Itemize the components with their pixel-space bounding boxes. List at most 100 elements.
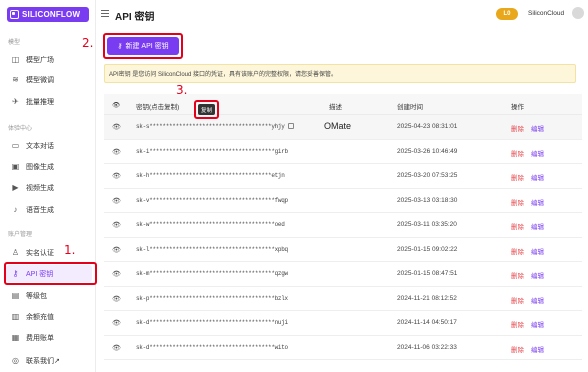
- delete-button[interactable]: 删除: [511, 197, 524, 207]
- key-created-time: 2025-01-15 08:47:51: [397, 270, 458, 277]
- column-header-actions: 操作: [511, 104, 524, 111]
- sidebar-item-level-package[interactable]: ▤ 等级包: [6, 287, 92, 304]
- edit-button[interactable]: 编辑: [531, 319, 544, 329]
- api-key-value[interactable]: sk-w************************************…: [136, 221, 285, 228]
- notice-banner: API密钥 是您访问 SiliconCloud 接口的凭证，具有该账户的完整权限…: [104, 64, 576, 83]
- sidebar-item-speech-gen[interactable]: ♪ 语音生成: [6, 201, 92, 218]
- edit-button[interactable]: 编辑: [531, 172, 544, 182]
- eye-icon[interactable]: 👁: [112, 123, 121, 131]
- edit-button[interactable]: 编辑: [531, 197, 544, 207]
- annotation-step-3: 3.: [176, 83, 188, 97]
- api-key-value[interactable]: sk-i************************************…: [136, 148, 288, 155]
- delete-button[interactable]: 删除: [511, 172, 524, 182]
- logo-icon: [10, 10, 19, 19]
- delete-button[interactable]: 删除: [511, 295, 524, 305]
- video-icon: ▶: [12, 182, 19, 192]
- rocket-icon: ✈: [12, 96, 19, 106]
- user-name[interactable]: SiliconCloud: [528, 10, 564, 17]
- eye-icon[interactable]: 👁: [112, 344, 121, 352]
- delete-button[interactable]: 删除: [511, 319, 524, 329]
- api-key-text[interactable]: sk-i************************************…: [136, 148, 288, 155]
- delete-button[interactable]: 删除: [511, 221, 524, 231]
- sidebar-item-video-gen[interactable]: ▶ 视频生成: [6, 179, 92, 196]
- chat-icon: ▭: [11, 140, 20, 150]
- eye-icon[interactable]: 👁: [112, 221, 121, 229]
- page-title: API 密钥: [115, 12, 155, 23]
- table-row: 👁 sk-w***********************************…: [104, 213, 582, 238]
- api-key-value[interactable]: sk-s************************************…: [136, 123, 294, 130]
- api-key-text[interactable]: sk-v************************************…: [136, 197, 288, 204]
- api-key-value[interactable]: sk-m************************************…: [136, 270, 288, 277]
- edit-button[interactable]: 编辑: [531, 270, 544, 280]
- key-icon: ⚷: [12, 268, 19, 278]
- edit-button[interactable]: 编辑: [531, 148, 544, 158]
- api-key-value[interactable]: sk-d************************************…: [136, 319, 288, 326]
- eye-icon[interactable]: 👁: [112, 148, 121, 156]
- eye-icon[interactable]: 👁: [112, 270, 121, 278]
- mic-icon: ♪: [13, 204, 18, 214]
- edit-button[interactable]: 编辑: [531, 344, 544, 354]
- edit-button[interactable]: 编辑: [531, 221, 544, 231]
- sidebar-item-recharge[interactable]: ▥ 余额充值: [6, 308, 92, 325]
- eye-icon[interactable]: 👁: [112, 246, 121, 254]
- sidebar-item-batch-inference[interactable]: ✈ 批量推理: [6, 93, 92, 110]
- api-key-text[interactable]: sk-m************************************…: [136, 270, 288, 277]
- eye-icon[interactable]: 👁: [112, 295, 121, 303]
- delete-button[interactable]: 删除: [511, 246, 524, 256]
- key-created-time: 2025-03-13 03:18:30: [397, 196, 458, 204]
- api-key-value[interactable]: sk-l************************************…: [136, 246, 288, 253]
- api-key-value[interactable]: sk-v************************************…: [136, 197, 288, 204]
- sidebar-item-model-square[interactable]: ◫ 模型广场: [6, 51, 92, 68]
- sidebar-item-label: 文本对话: [26, 142, 54, 150]
- api-key-text[interactable]: sk-s************************************…: [136, 123, 285, 130]
- sidebar-item-label: 图像生成: [26, 163, 54, 171]
- api-key-value[interactable]: sk-d************************************…: [136, 344, 288, 351]
- eye-icon[interactable]: 👁: [112, 172, 121, 180]
- sidebar-item-image-gen[interactable]: ▣ 图像生成: [6, 158, 92, 175]
- menu-icon[interactable]: [101, 10, 109, 17]
- help-icon: ◎: [12, 355, 19, 365]
- annotation-step-1: 1.: [64, 243, 76, 257]
- api-key-text[interactable]: sk-w************************************…: [136, 221, 285, 228]
- sidebar-item-contact[interactable]: ◎ 联系我们↗: [6, 352, 92, 369]
- copy-icon[interactable]: [287, 123, 294, 130]
- image-icon: ▣: [11, 161, 20, 171]
- api-key-text[interactable]: sk-d************************************…: [136, 319, 288, 326]
- eye-icon[interactable]: 👁: [112, 197, 121, 205]
- new-api-key-label: 新建 API 密钥: [125, 43, 169, 50]
- delete-button[interactable]: 删除: [511, 148, 524, 158]
- api-key-text[interactable]: sk-p************************************…: [136, 295, 288, 302]
- edit-button[interactable]: 编辑: [531, 295, 544, 305]
- key-created-time: 2025-04-23 08:31:01: [397, 123, 458, 130]
- delete-button[interactable]: 删除: [511, 344, 524, 354]
- edit-button[interactable]: 编辑: [531, 246, 544, 256]
- id-icon: ♙: [11, 247, 20, 257]
- sidebar-item-verification[interactable]: ♙ 实名认证: [6, 244, 92, 261]
- api-key-value[interactable]: sk-p************************************…: [136, 295, 288, 302]
- table-row: 👁 sk-s***********************************…: [104, 115, 582, 140]
- eye-icon[interactable]: 👁: [112, 319, 121, 327]
- sidebar-item-label: 视频生成: [26, 184, 54, 192]
- sidebar-item-billing[interactable]: ▦ 费用账单: [6, 329, 92, 346]
- brand-logo[interactable]: SILICONFLOW: [7, 7, 89, 22]
- sidebar-item-label: 模型广场: [26, 56, 54, 64]
- sidebar-item-label: 联系我们↗: [26, 357, 60, 365]
- brand-name: SILICONFLOW: [22, 10, 81, 19]
- api-key-text[interactable]: sk-d************************************…: [136, 344, 288, 351]
- eye-icon[interactable]: 👁: [112, 101, 120, 109]
- delete-button[interactable]: 删除: [511, 123, 524, 133]
- sidebar-item-fine-tune[interactable]: ≋ 模型微调: [6, 71, 92, 88]
- api-key-text[interactable]: sk-h************************************…: [136, 172, 285, 179]
- new-api-key-button[interactable]: ⚷ 新建 API 密钥: [107, 37, 179, 55]
- api-key-text[interactable]: sk-l************************************…: [136, 246, 288, 253]
- edit-button[interactable]: 编辑: [531, 123, 544, 133]
- section-label-playground: 体验中心: [8, 126, 33, 132]
- api-key-value[interactable]: sk-h************************************…: [136, 172, 285, 179]
- bill-icon: ▦: [11, 332, 20, 342]
- package-icon: ▤: [11, 290, 20, 300]
- table-row: 👁 sk-p***********************************…: [104, 287, 582, 311]
- sidebar-item-api-keys[interactable]: ⚷ API 密钥: [6, 265, 92, 282]
- delete-button[interactable]: 删除: [511, 270, 524, 280]
- avatar[interactable]: [572, 7, 584, 19]
- sidebar-item-text-chat[interactable]: ▭ 文本对话: [6, 137, 92, 154]
